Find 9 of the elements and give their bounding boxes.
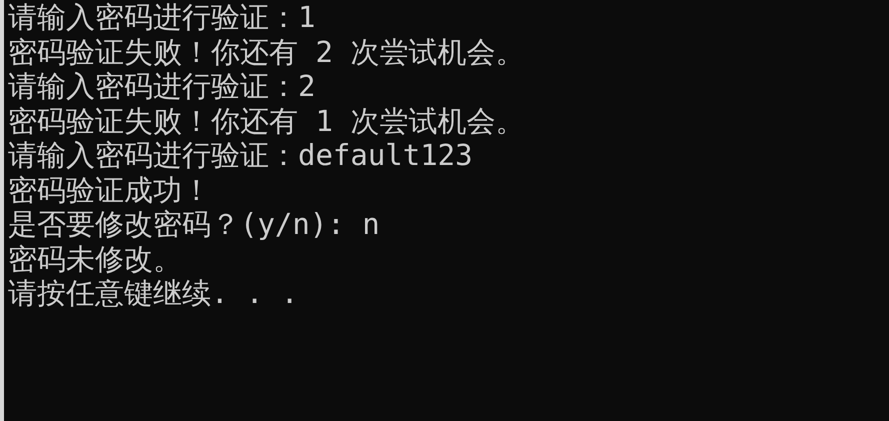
console-output-line: 密码验证失败！你还有 2 次尝试机会。 [8,34,524,69]
console-output-line: 请按任意键继续. . . [8,276,298,310]
console-output-line: 密码未修改。 [8,242,182,276]
console-output-line: 请输入密码进行验证：1 [8,0,316,34]
console-output-line: 密码验证失败！你还有 1 次尝试机会。 [8,104,524,138]
console-output-line: 请输入密码进行验证：2 [8,69,316,104]
console-output-line: 是否要修改密码？(y/n): n [8,207,380,242]
console-output-line: 密码验证成功！ [8,172,211,207]
console-output-line: 请输入密码进行验证：default123 [8,138,473,172]
